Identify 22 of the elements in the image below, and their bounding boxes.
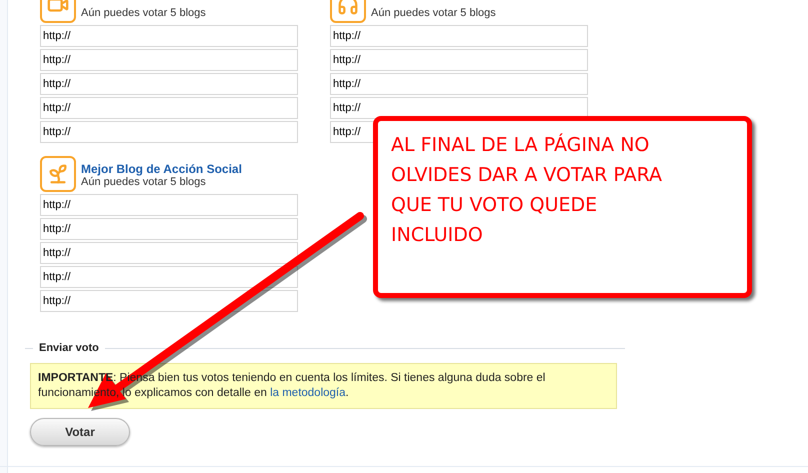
section-legend: Enviar voto [39,340,99,356]
category-subtitle: Aún puedes votar 5 blogs [81,7,206,20]
category-subtitle: Aún puedes votar 5 blogs [371,7,496,20]
url-input[interactable]: http:// [40,242,298,264]
methodology-link[interactable]: la metodología [270,386,346,398]
vote-button[interactable]: Votar [30,418,130,446]
url-input[interactable]: http:// [330,73,588,95]
url-input[interactable]: http:// [40,49,298,71]
url-input[interactable]: http:// [330,49,588,71]
url-input[interactable]: http:// [330,25,588,47]
url-input[interactable]: http:// [40,25,298,47]
url-input[interactable]: http:// [40,290,298,312]
category-title: Mejor Blog de Acción Social [81,162,242,176]
url-input[interactable]: http:// [40,121,298,143]
url-input[interactable]: http:// [40,266,298,288]
url-input[interactable]: http:// [40,194,298,216]
url-input[interactable]: http:// [40,73,298,95]
callout-text: AL FINAL DE LA PÁGINA NO OLVIDES DAR A VOTAR PARA QUE TU VOTO QUEDE INCLUIDO [391,132,664,248]
category-subtitle: Aún puedes votar 5 blogs [81,176,207,189]
plant-icon [40,156,76,192]
url-input[interactable]: http:// [40,218,298,240]
url-input[interactable]: http:// [40,97,298,119]
